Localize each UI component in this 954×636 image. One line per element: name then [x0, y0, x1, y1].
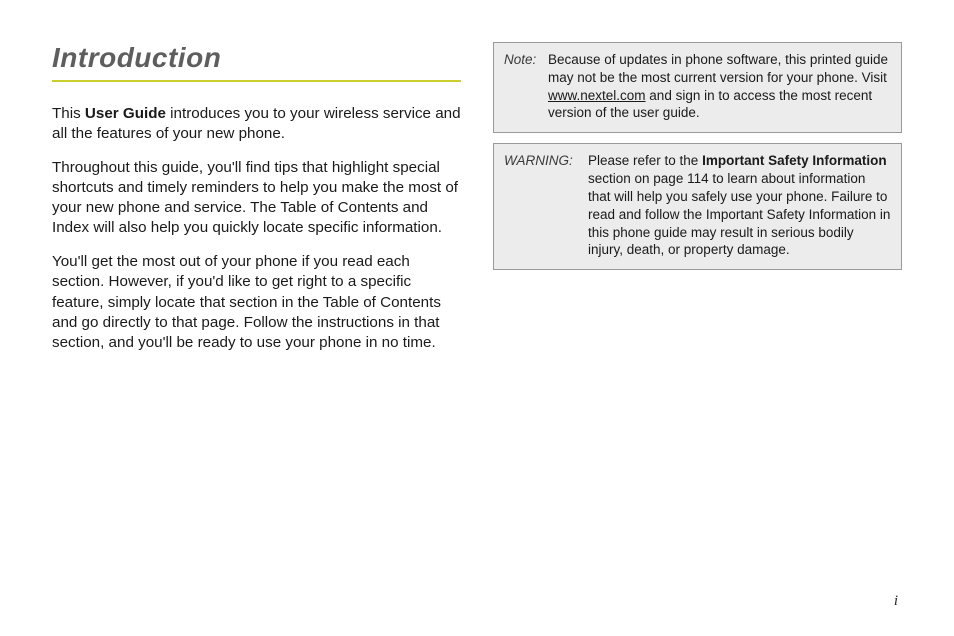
warning-callout: WARNING: Please refer to the Important S…	[493, 143, 902, 270]
page-container: Introduction This User Guide introduces …	[52, 42, 902, 604]
p1-bold: User Guide	[85, 105, 166, 122]
section-heading: Introduction	[52, 42, 461, 82]
right-column: Note: Because of updates in phone softwa…	[493, 42, 902, 604]
page-number: i	[894, 593, 898, 610]
p1-prefix: This	[52, 105, 85, 122]
note-link[interactable]: www.nextel.com	[548, 88, 646, 103]
warning-label: WARNING:	[504, 152, 582, 170]
warning-text-post: section on page 114 to learn about infor…	[588, 171, 890, 257]
left-column: Introduction This User Guide introduces …	[52, 42, 461, 604]
intro-paragraph-2: Throughout this guide, you'll find tips …	[52, 158, 461, 238]
warning-bold: Important Safety Information	[702, 153, 887, 168]
intro-paragraph-3: You'll get the most out of your phone if…	[52, 252, 461, 352]
note-text-pre: Because of updates in phone software, th…	[548, 52, 888, 85]
warning-body: Please refer to the Important Safety Inf…	[588, 152, 891, 259]
intro-paragraph-1: This User Guide introduces you to your w…	[52, 104, 461, 144]
note-body: Because of updates in phone software, th…	[548, 51, 891, 122]
warning-text-pre: Please refer to the	[588, 153, 702, 168]
note-label: Note:	[504, 51, 542, 69]
note-callout: Note: Because of updates in phone softwa…	[493, 42, 902, 133]
